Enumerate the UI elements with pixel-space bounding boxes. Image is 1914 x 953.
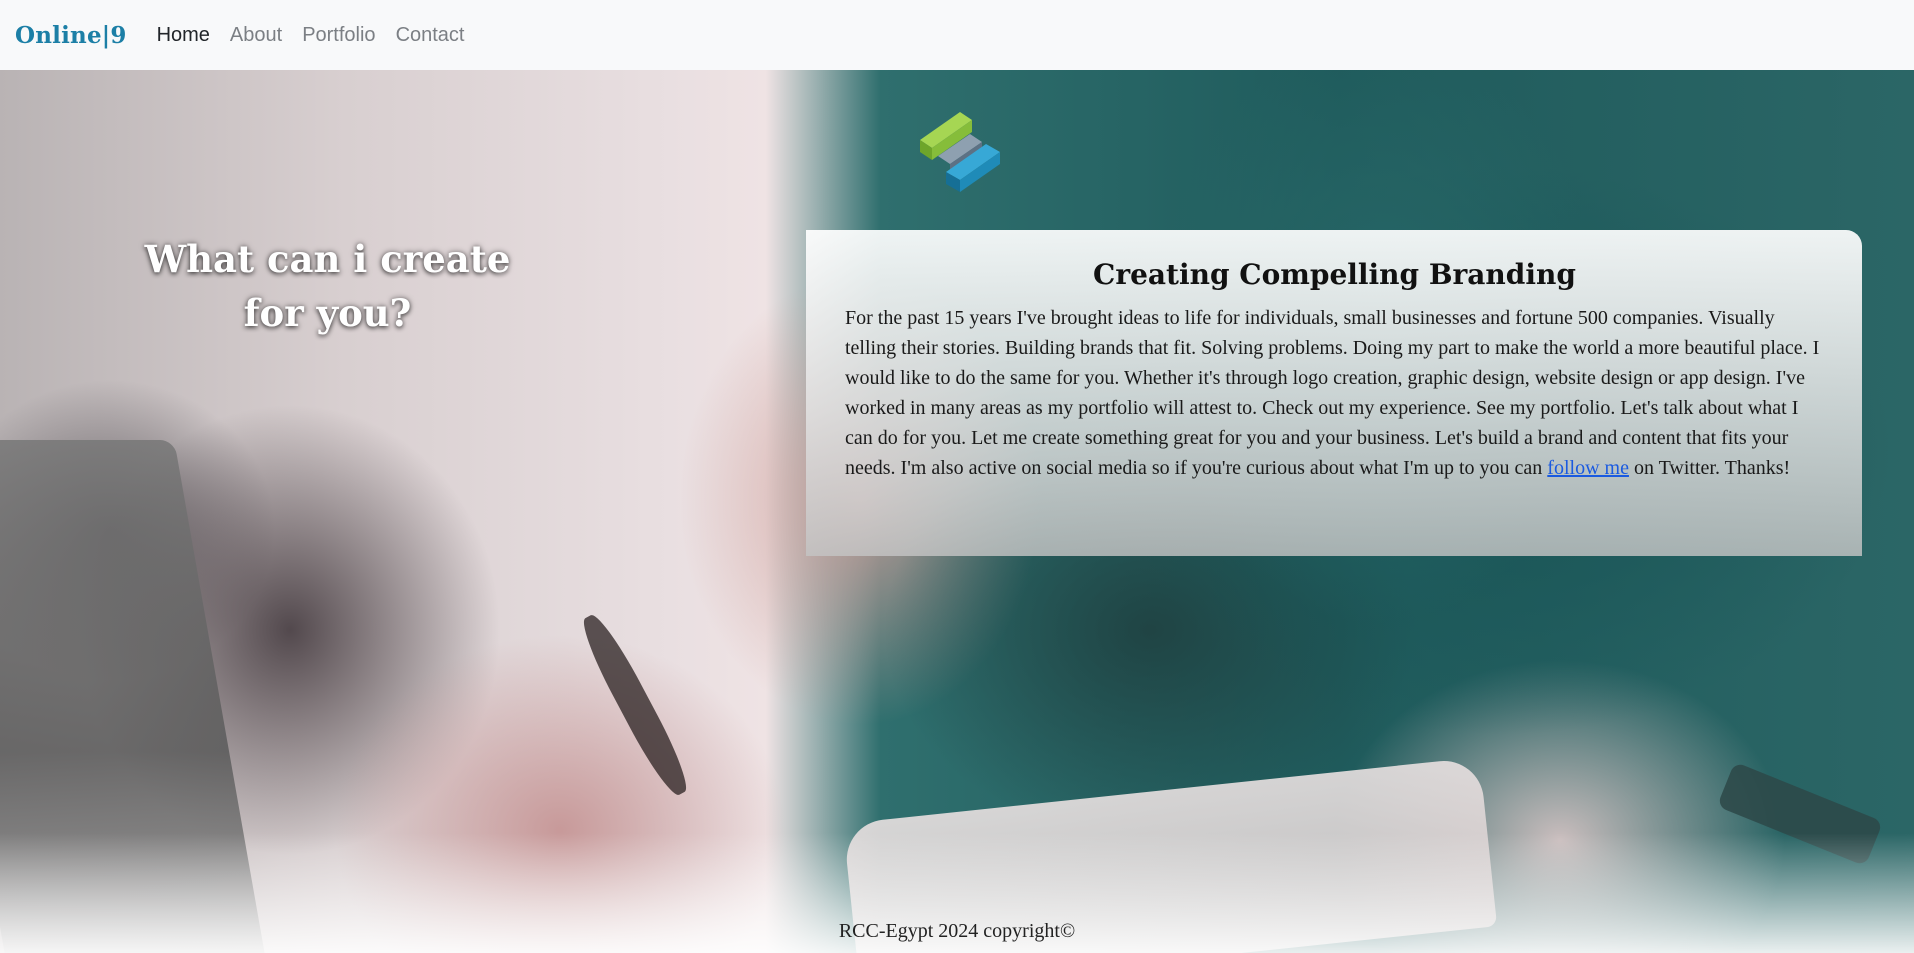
follow-me-link[interactable]: follow me xyxy=(1547,457,1629,479)
nav-link-portfolio[interactable]: Portfolio xyxy=(302,24,375,47)
bracelet-shape xyxy=(574,609,696,801)
card-body-text-part-1: For the past 15 years I've brought ideas… xyxy=(845,307,1820,479)
card-title: Creating Compelling Branding xyxy=(1093,258,1576,291)
branding-card: Creating Compelling Branding For the pas… xyxy=(806,230,1862,556)
nav-link-home[interactable]: Home xyxy=(157,24,210,47)
nav-link-contact[interactable]: Contact xyxy=(396,24,465,47)
layered-blocks-logo-icon xyxy=(920,112,1000,192)
hero-headline: What can i create for you? xyxy=(144,237,511,335)
brand-logo-text[interactable]: Online|9 xyxy=(15,22,127,49)
card-body-text-part-2: on Twitter. Thanks! xyxy=(1628,457,1791,479)
card-body-text: For the past 15 years I've brought ideas… xyxy=(845,303,1824,483)
navbar: Online|9 Home About Portfolio Contact xyxy=(0,0,1914,70)
nav-link-about[interactable]: About xyxy=(230,24,282,47)
footer-copyright: RCC-Egypt 2024 copyright© xyxy=(838,920,1076,942)
